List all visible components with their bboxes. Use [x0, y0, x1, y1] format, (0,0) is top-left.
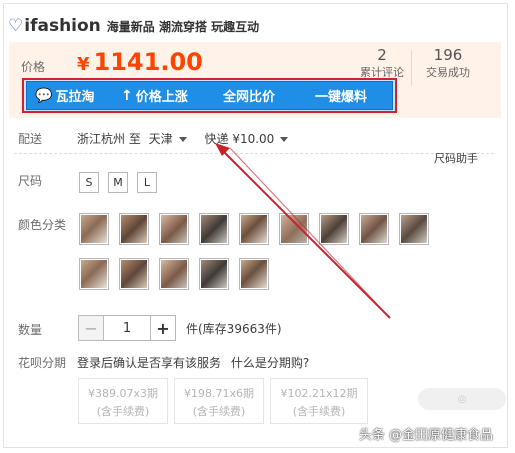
swatch-thumbnail — [121, 215, 147, 243]
color-swatch[interactable] — [239, 258, 269, 290]
price-label: 价格 — [21, 60, 46, 74]
swatch-thumbnail — [81, 260, 107, 288]
color-swatch[interactable] — [79, 213, 109, 245]
installment-option-3[interactable]: ¥389.07x3期 (含手续费) — [78, 378, 168, 424]
installment-option-12[interactable]: ¥102.21x12期 (含手续费) — [270, 378, 368, 424]
swatch-thumbnail — [321, 215, 347, 243]
installment-amount: ¥389.07x3期 — [88, 387, 158, 400]
size-option-s[interactable]: S — [79, 172, 99, 193]
color-label: 颜色分类 — [18, 218, 67, 232]
quantity-increase-button[interactable]: + — [150, 315, 176, 341]
swatch-thumbnail — [241, 215, 267, 243]
installment-login-text: 登录后确认是否享有该服务 — [77, 356, 222, 370]
swatch-thumbnail — [201, 260, 227, 288]
installment-help-link[interactable]: 什么是分期购? — [231, 356, 309, 370]
ifashion-logo[interactable]: ♡ ifashion — [8, 16, 101, 36]
installment-amount: ¥198.71x6期 — [184, 387, 254, 400]
installment-fee: (含手续费) — [192, 405, 246, 418]
chevron-down-icon — [280, 137, 289, 142]
currency-symbol: ¥ — [77, 54, 90, 75]
color-swatch[interactable] — [79, 258, 109, 290]
delivery-destination-select[interactable]: 天津 — [149, 132, 187, 146]
color-swatch[interactable] — [119, 258, 149, 290]
swatch-thumbnail — [361, 215, 387, 243]
delivery-label: 配送 — [18, 132, 43, 146]
swatch-thumbnail — [81, 215, 107, 243]
shipping-fee: 快递 ¥10.00 — [204, 132, 275, 146]
swatch-thumbnail — [121, 260, 147, 288]
size-helper-link[interactable]: 尺码助手 — [434, 150, 478, 166]
delivery-destination: 天津 — [148, 132, 173, 146]
installment-info: 登录后确认是否享有该服务 什么是分期购? — [77, 354, 309, 371]
quantity-label: 数量 — [18, 323, 43, 337]
swatch-thumbnail — [401, 215, 427, 243]
chevron-down-icon — [178, 137, 187, 142]
color-swatch[interactable] — [119, 213, 149, 245]
quantity-stepper: − 1 + — [78, 315, 176, 341]
slogan: 海量新品 潮流穿搭 玩趣互动 — [106, 19, 260, 34]
stat-divider — [411, 50, 412, 86]
color-swatch[interactable] — [239, 213, 269, 245]
size-label: 尺码 — [18, 174, 43, 188]
quantity-input[interactable]: 1 — [104, 315, 150, 341]
heart-logo-icon: ♡ — [8, 16, 24, 36]
swatch-thumbnail — [161, 260, 187, 288]
search-icon: ◎ — [457, 393, 467, 405]
swatch-thumbnail — [201, 215, 227, 243]
installment-fee: (含手续费) — [96, 405, 150, 418]
sales-count-stat[interactable]: 196 交易成功 — [417, 46, 479, 80]
color-swatch[interactable] — [279, 213, 309, 245]
installment-fee: (含手续费) — [292, 405, 346, 418]
delivery-origin: 浙江杭州 至 — [77, 132, 141, 146]
highlight-box — [22, 78, 397, 113]
color-swatch[interactable] — [319, 213, 349, 245]
installment-amount: ¥102.21x12期 — [280, 387, 358, 400]
color-swatch[interactable] — [199, 258, 229, 290]
swatch-thumbnail — [241, 260, 267, 288]
color-swatch[interactable] — [159, 213, 189, 245]
installment-label: 花呗分期 — [18, 356, 67, 370]
size-option-l[interactable]: L — [137, 172, 157, 193]
shipping-method-select[interactable]: 快递 ¥10.00 — [205, 132, 289, 146]
delivery-info: 浙江杭州 至 天津 快递 ¥10.00 — [77, 130, 289, 147]
watermark: 头条 @金田原健康食品 — [358, 428, 493, 443]
color-swatch[interactable] — [199, 213, 229, 245]
swatch-thumbnail — [161, 215, 187, 243]
quantity-decrease-button[interactable]: − — [78, 315, 104, 341]
price-value: ¥1141.00 — [77, 48, 203, 76]
review-count-stat[interactable]: 2 累计评论 — [357, 46, 407, 80]
sales-count: 196 — [433, 46, 463, 64]
color-swatch[interactable] — [159, 258, 189, 290]
swatch-thumbnail — [281, 215, 307, 243]
color-swatch[interactable] — [359, 213, 389, 245]
color-swatch[interactable] — [399, 213, 429, 245]
sales-count-label: 交易成功 — [426, 66, 470, 79]
price-amount: 1141.00 — [93, 48, 203, 76]
installment-option-6[interactable]: ¥198.71x6期 (含手续费) — [174, 378, 264, 424]
watermark-badge: ◎ — [418, 388, 506, 410]
stock-info: 件(库存39663件) — [186, 322, 282, 336]
header: ♡ ifashion 海量新品 潮流穿搭 玩趣互动 — [8, 14, 259, 38]
divider — [14, 153, 494, 154]
review-count: 2 — [377, 46, 387, 64]
logo-text: ifashion — [24, 16, 101, 36]
size-option-m[interactable]: M — [108, 172, 128, 193]
